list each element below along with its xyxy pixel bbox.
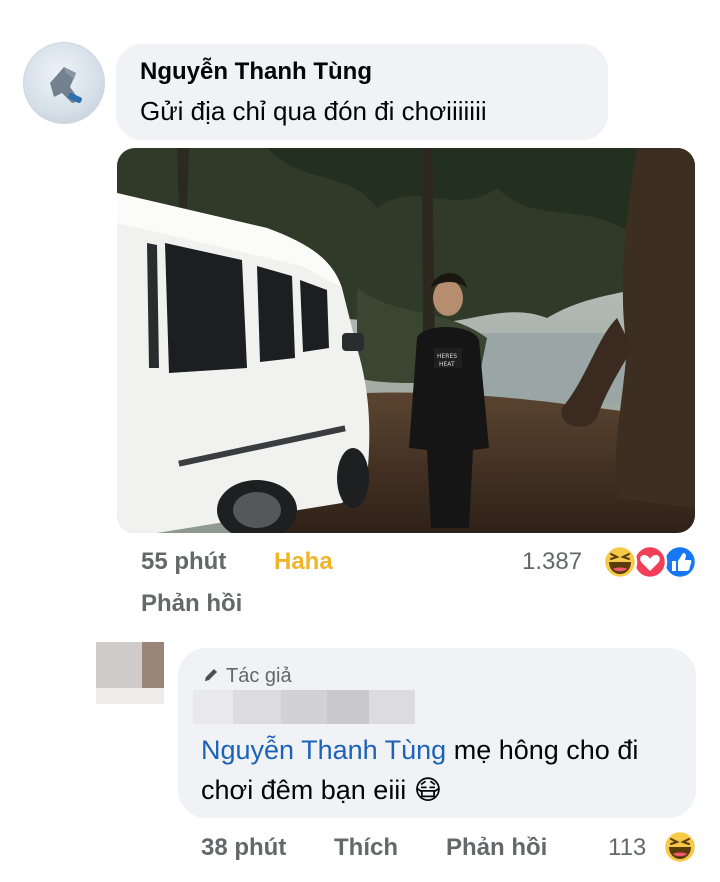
pencil-icon	[205, 669, 217, 681]
reply-button[interactable]: Phản hồi	[446, 834, 547, 862]
comment-photo[interactable]: HERES HEAT	[117, 148, 695, 533]
avatar-image-icon	[50, 67, 82, 104]
comment-author-name[interactable]: Nguyễn Thanh Tùng	[140, 58, 372, 86]
reaction-count[interactable]: 1.387	[522, 548, 582, 576]
like-button[interactable]: Thích	[334, 834, 398, 862]
photo-image: HERES HEAT	[117, 148, 695, 533]
author-badge-label: Tác giả	[226, 665, 292, 687]
reply-reaction-icons[interactable]	[662, 829, 698, 865]
reply-text: Nguyễn Thanh Tùng mẹ hông cho đi chơi đê…	[201, 730, 671, 810]
reaction-icons[interactable]	[600, 544, 700, 580]
mention-link[interactable]: Nguyễn Thanh Tùng	[201, 735, 446, 765]
haha-icon	[662, 829, 698, 865]
blurred-author-name[interactable]	[193, 690, 415, 724]
like-icon	[662, 544, 698, 580]
reaction-button[interactable]: Haha	[274, 548, 333, 576]
reply-reaction-count[interactable]: 113	[608, 834, 646, 862]
comment-timestamp[interactable]: 55 phút	[141, 548, 226, 576]
blurred-avatar-icon	[96, 642, 164, 704]
reply-button[interactable]: Phản hồi	[141, 590, 242, 618]
haha-icon	[602, 544, 638, 580]
commenter-avatar[interactable]	[23, 42, 105, 124]
author-badge: Tác giả	[202, 664, 292, 688]
comment-text: Gửi địa chỉ qua đón đi chơiiiiiii	[140, 96, 487, 126]
reply-timestamp[interactable]: 38 phút	[201, 834, 286, 862]
svg-text:HEAT: HEAT	[439, 361, 455, 368]
reply-avatar[interactable]	[96, 642, 164, 704]
love-icon	[632, 544, 668, 580]
mask-emoji: 😷	[413, 775, 442, 805]
svg-text:HERES: HERES	[437, 353, 457, 360]
